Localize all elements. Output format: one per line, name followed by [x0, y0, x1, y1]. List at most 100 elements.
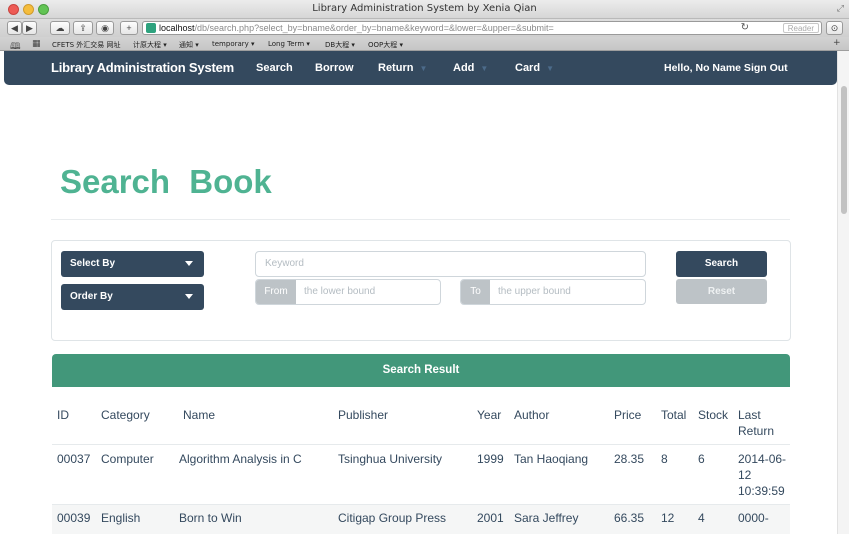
- keyword-input[interactable]: Keyword: [255, 251, 646, 277]
- search-result-header: Search Result: [52, 354, 790, 387]
- cell-id: 00037: [57, 452, 91, 466]
- site-navbar: Library Administration System Search Bor…: [4, 51, 837, 85]
- caret-down-icon: ▼: [480, 64, 489, 73]
- caret-down-icon: [185, 261, 193, 266]
- nav-card[interactable]: Card ▼: [515, 62, 554, 74]
- cell-year: 1999: [477, 452, 504, 466]
- nav-borrow[interactable]: Borrow: [315, 62, 354, 74]
- fullscreen-icon[interactable]: ⤢: [837, 3, 844, 14]
- forward-button[interactable]: ▶: [22, 21, 37, 35]
- cell-price: 66.35: [614, 511, 645, 525]
- cloud-icon: ☁: [55, 22, 65, 33]
- new-tab-button[interactable]: +: [120, 21, 138, 35]
- bookmarks-bar: 🕮 ▦ CFETS 外汇交易 网址 计原大程 ▾ 通知 ▾ temporary …: [0, 37, 849, 52]
- cell-total: 12: [661, 511, 675, 525]
- nav-add[interactable]: Add ▼: [453, 62, 488, 74]
- bookmark-item[interactable]: OOP大程 ▾: [368, 40, 403, 50]
- cell-price: 28.35: [614, 452, 645, 466]
- to-addon: To: [461, 280, 490, 304]
- add-bookmark-icon[interactable]: +: [833, 38, 841, 48]
- bookmark-item[interactable]: temporary ▾: [212, 40, 255, 48]
- back-button[interactable]: ◀: [7, 21, 22, 35]
- caret-down-icon: ▼: [419, 64, 428, 73]
- row-divider: [52, 504, 790, 505]
- url-path: /db/search.php?select_by=bname&order_by=…: [194, 23, 554, 33]
- lower-bound-input[interactable]: the lower bound: [304, 280, 375, 304]
- column-header-price: Price: [614, 408, 642, 422]
- share-icon: ⇪: [79, 22, 87, 33]
- nav-return[interactable]: Return ▼: [378, 62, 427, 74]
- bookmark-item[interactable]: CFETS 外汇交易 网址: [52, 40, 121, 50]
- url-host: localhost: [159, 23, 195, 33]
- cell-name: Algorithm Analysis in C: [179, 452, 302, 466]
- order-by-dropdown[interactable]: Order By: [61, 284, 204, 310]
- cell-category: Computer: [101, 452, 154, 466]
- cell-last-return: 2014-06-12 10:39:59: [738, 452, 787, 498]
- title-divider: [51, 219, 790, 220]
- nav-return-label: Return: [378, 62, 414, 74]
- nav-card-label: Card: [515, 62, 541, 74]
- select-by-dropdown[interactable]: Select By: [61, 251, 204, 277]
- page-title: Search Book: [60, 163, 272, 200]
- circle-icon: ◉: [101, 22, 109, 33]
- bookmark-item[interactable]: 计原大程 ▾: [133, 40, 167, 50]
- column-header-name: Name: [183, 408, 216, 422]
- cell-name: Born to Win: [179, 511, 242, 525]
- order-by-label: Order By: [70, 291, 113, 302]
- back-arrow-icon: ◀: [11, 22, 18, 33]
- column-header-category: Category: [101, 408, 150, 422]
- cell-author: Tan Haoqiang: [514, 452, 589, 466]
- column-header-stock: Stock: [698, 408, 729, 422]
- cell-year: 2001: [477, 511, 504, 525]
- cell-id: 00039: [57, 511, 91, 525]
- share-button[interactable]: ⇪: [73, 21, 93, 35]
- select-by-label: Select By: [70, 258, 116, 269]
- address-bar[interactable]: localhost/db/search.php?select_by=bname&…: [142, 21, 822, 35]
- column-header-last-return: Last Return: [738, 408, 775, 438]
- nav-borrow-label: Borrow: [315, 62, 354, 74]
- cell-author: Sara Jeffrey: [514, 511, 579, 525]
- search-button[interactable]: Search: [676, 251, 767, 277]
- downloads-button[interactable]: ⊙: [826, 21, 843, 35]
- window-titlebar: Library Administration System by Xenia Q…: [0, 0, 849, 19]
- cell-stock: 6: [698, 452, 705, 466]
- download-icon: ⊙: [830, 22, 839, 33]
- grid-icon[interactable]: ▦: [32, 39, 41, 49]
- column-header-publisher: Publisher: [338, 408, 389, 422]
- history-button[interactable]: ◉: [96, 21, 114, 35]
- page-scrollbar[interactable]: [837, 51, 849, 534]
- reader-button[interactable]: Reader: [782, 23, 819, 33]
- reset-button[interactable]: Reset: [676, 279, 767, 304]
- caret-down-icon: ▼: [546, 64, 554, 73]
- lower-bound-group: From the lower bound: [255, 279, 441, 305]
- plus-icon: +: [126, 22, 132, 33]
- cell-last-return: 0000-: [738, 511, 769, 525]
- cell-publisher: Citigap Group Press: [338, 511, 447, 525]
- reload-icon[interactable]: ↻: [741, 22, 749, 34]
- column-header-total: Total: [661, 408, 687, 422]
- cell-publisher: Tsinghua University: [338, 452, 443, 466]
- browser-toolbar: ◀ ▶ ☁ ⇪ ◉ + localhost/db/search.php?sele…: [0, 19, 849, 37]
- column-header-author: Author: [514, 408, 550, 422]
- site-brand[interactable]: Library Administration System: [51, 60, 234, 75]
- window-title: Library Administration System by Xenia Q…: [312, 3, 537, 14]
- site-favicon-icon: [146, 23, 156, 33]
- column-header-year: Year: [477, 408, 502, 422]
- icloud-tabs-button[interactable]: ☁: [50, 21, 70, 35]
- nav-add-label: Add: [453, 62, 475, 74]
- from-addon: From: [256, 280, 296, 304]
- column-header-id: ID: [57, 408, 69, 422]
- bookmark-item[interactable]: 通知 ▾: [179, 40, 199, 50]
- caret-down-icon: [185, 294, 193, 299]
- upper-bound-group: To the upper bound: [460, 279, 646, 305]
- forward-arrow-icon: ▶: [26, 22, 33, 33]
- scrollbar-thumb[interactable]: [841, 86, 847, 214]
- bookmark-item[interactable]: Long Term ▾: [268, 40, 310, 48]
- cell-category: English: [101, 511, 141, 525]
- row-divider: [52, 444, 790, 445]
- nav-search[interactable]: Search: [256, 62, 293, 74]
- upper-bound-input[interactable]: the upper bound: [498, 280, 571, 304]
- user-signout-link[interactable]: Hello, No Name Sign Out: [664, 62, 788, 74]
- cell-stock: 4: [698, 511, 705, 525]
- bookmark-item[interactable]: DB大程 ▾: [325, 40, 355, 50]
